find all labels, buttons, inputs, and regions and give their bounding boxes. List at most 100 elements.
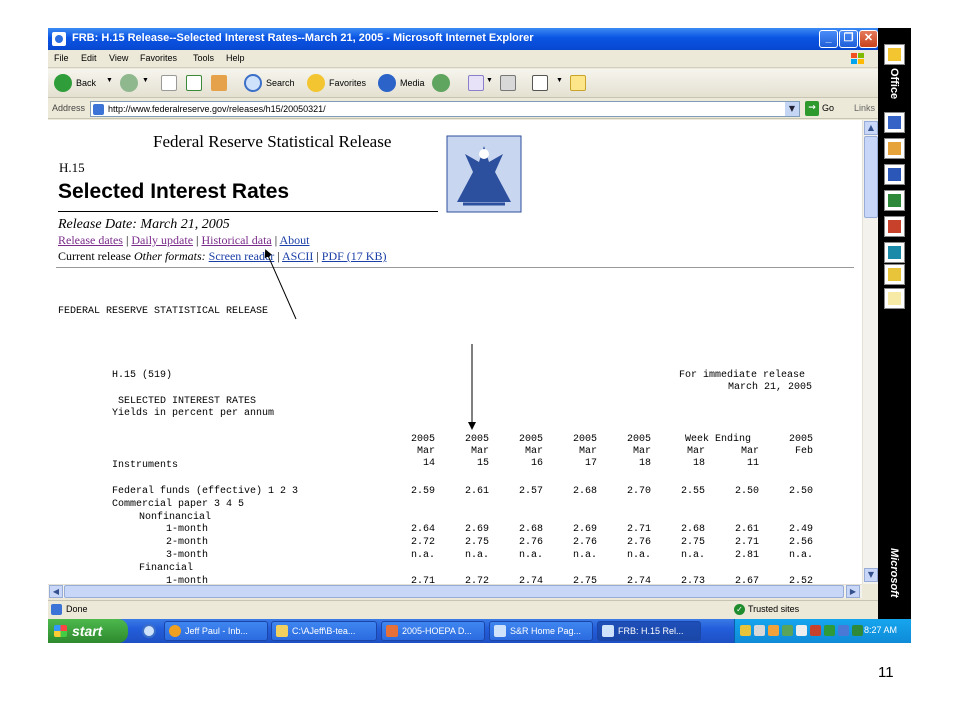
ie-app-icon[interactable]	[52, 32, 66, 46]
column-header-month: Mar	[740, 446, 759, 457]
task-jeff-paul-inbox[interactable]: Jeff Paul - Inb...	[164, 621, 268, 641]
go-button[interactable]: Go	[822, 103, 834, 113]
quick-launch-ie-icon[interactable]	[142, 624, 156, 638]
mail-icon[interactable]	[468, 75, 484, 91]
link-about[interactable]: About	[280, 233, 310, 247]
stop-icon[interactable]	[161, 75, 177, 91]
scroll-up-icon[interactable]: ▲	[864, 121, 878, 135]
link-release-dates[interactable]: Release dates	[58, 233, 123, 247]
history-icon[interactable]	[432, 74, 450, 92]
back-dropdown-icon[interactable]: ▼	[106, 77, 113, 84]
start-button[interactable]: start	[48, 619, 128, 643]
outlook-icon[interactable]	[884, 112, 905, 133]
close-button[interactable]: ✕	[859, 30, 878, 48]
tray-pen-icon[interactable]	[740, 625, 751, 636]
link-screen-reader[interactable]: Screen reader	[209, 249, 275, 263]
access-icon[interactable]	[884, 216, 905, 237]
scroll-down-icon[interactable]: ▼	[864, 568, 878, 582]
word-icon[interactable]	[884, 164, 905, 185]
row-value: 2.56	[788, 537, 813, 549]
page-title: Selected Interest Rates	[58, 180, 290, 203]
link-historical-data[interactable]: Historical data	[201, 233, 271, 247]
minimize-button[interactable]: _	[819, 30, 838, 48]
task-explorer-folder[interactable]: C:\AJeff\B-tea...	[271, 621, 377, 641]
release-formats: Current release Other formats: Screen re…	[58, 249, 387, 263]
tray-speaker-icon[interactable]	[838, 625, 849, 636]
task-frb-h15-release[interactable]: FRB: H.15 Rel...	[597, 621, 701, 641]
favorites-button[interactable]: Favorites	[329, 78, 366, 88]
open-folder-icon[interactable]	[884, 288, 905, 309]
row-value: 2.76	[626, 537, 651, 549]
link-ascii[interactable]: ASCII	[282, 249, 313, 263]
menu-tools[interactable]: Tools	[193, 53, 214, 63]
print-icon[interactable]	[500, 75, 516, 91]
column-header-year: 2005	[410, 434, 435, 445]
contacts-icon[interactable]	[884, 242, 905, 263]
row-label: Commercial paper 3 4 5	[112, 498, 245, 510]
scroll-left-icon[interactable]: ◀	[49, 585, 63, 598]
link-daily-update[interactable]: Daily update	[131, 233, 193, 247]
home-icon[interactable]	[211, 75, 227, 91]
column-header-month: Feb	[794, 446, 813, 457]
powerpoint-icon[interactable]	[884, 138, 905, 159]
address-url[interactable]: http://www.federalreserve.gov/releases/h…	[108, 104, 326, 114]
row-value: n.a.	[626, 550, 651, 561]
back-button[interactable]: Back	[76, 78, 96, 88]
refresh-icon[interactable]	[186, 75, 202, 91]
forward-dropdown-icon[interactable]: ▼	[142, 77, 149, 84]
excel-icon[interactable]	[884, 190, 905, 211]
tray-network-icon[interactable]	[754, 625, 765, 636]
links-button[interactable]: Links	[854, 103, 875, 113]
menu-file[interactable]: File	[54, 53, 69, 63]
address-label: Address	[52, 103, 86, 113]
edit-dropdown-icon[interactable]: ▼	[556, 77, 563, 84]
mail-dropdown-icon[interactable]: ▼	[486, 77, 493, 84]
favorites-star-icon[interactable]	[307, 74, 325, 92]
horizontal-scrollbar[interactable]: ◀ ▶	[48, 584, 862, 598]
go-arrow-icon[interactable]: →	[805, 101, 819, 116]
search-button[interactable]: Search	[266, 78, 295, 88]
row-value: 2.75	[572, 575, 597, 584]
tray-shield-icon[interactable]	[824, 625, 835, 636]
maximize-button[interactable]: ❐	[839, 30, 858, 48]
tray-alert-icon[interactable]	[810, 625, 821, 636]
instruments-label: Instruments	[112, 460, 179, 471]
tray-pencil-icon[interactable]	[768, 625, 779, 636]
vertical-scrollbar[interactable]: ▲ ▼	[862, 120, 878, 584]
vertical-scroll-thumb[interactable]	[864, 136, 878, 218]
edit-word-icon[interactable]	[532, 75, 548, 91]
menu-view[interactable]: View	[109, 53, 128, 63]
tray-tool-icon[interactable]	[782, 625, 793, 636]
menu-help[interactable]: Help	[226, 53, 245, 63]
column-header-year: 2005	[788, 434, 813, 445]
column-header-month: Mar	[632, 446, 651, 457]
forward-arrow-icon[interactable]	[120, 74, 138, 92]
current-release-label: Current release	[58, 249, 131, 263]
scroll-right-icon[interactable]: ▶	[846, 585, 860, 598]
media-button[interactable]: Media	[400, 78, 425, 88]
horizontal-scroll-thumb[interactable]	[64, 585, 844, 598]
back-arrow-icon[interactable]	[54, 74, 72, 92]
office-label: Office	[888, 68, 900, 100]
address-dropdown-icon[interactable]: ▼	[785, 102, 799, 116]
tray-help-icon[interactable]	[796, 625, 807, 636]
office-folder-icon[interactable]	[884, 44, 905, 65]
menu-favorites[interactable]: Favorites	[140, 53, 177, 63]
key-icon[interactable]	[884, 264, 905, 285]
menu-edit[interactable]: Edit	[81, 53, 97, 63]
row-value: 2.81	[734, 550, 759, 561]
discuss-icon[interactable]	[570, 75, 586, 91]
task-sr-home-page[interactable]: S&R Home Pag...	[489, 621, 593, 641]
link-pdf[interactable]: PDF (17 KB)	[322, 249, 387, 263]
media-icon[interactable]	[378, 74, 396, 92]
start-label: start	[72, 623, 103, 639]
column-header-year: 2005	[464, 434, 489, 445]
address-input[interactable]: http://www.federalreserve.gov/releases/h…	[90, 101, 800, 117]
row-value: 2.74	[626, 575, 651, 584]
row-value: 2.69	[464, 524, 489, 536]
search-icon[interactable]	[244, 74, 262, 92]
window-title-bar[interactable]: FRB: H.15 Release--Selected Interest Rat…	[48, 28, 878, 50]
task-hoepa-doc[interactable]: 2005-HOEPA D...	[381, 621, 485, 641]
column-header-day: 15	[476, 458, 489, 469]
tray-sync-icon[interactable]	[852, 625, 863, 636]
